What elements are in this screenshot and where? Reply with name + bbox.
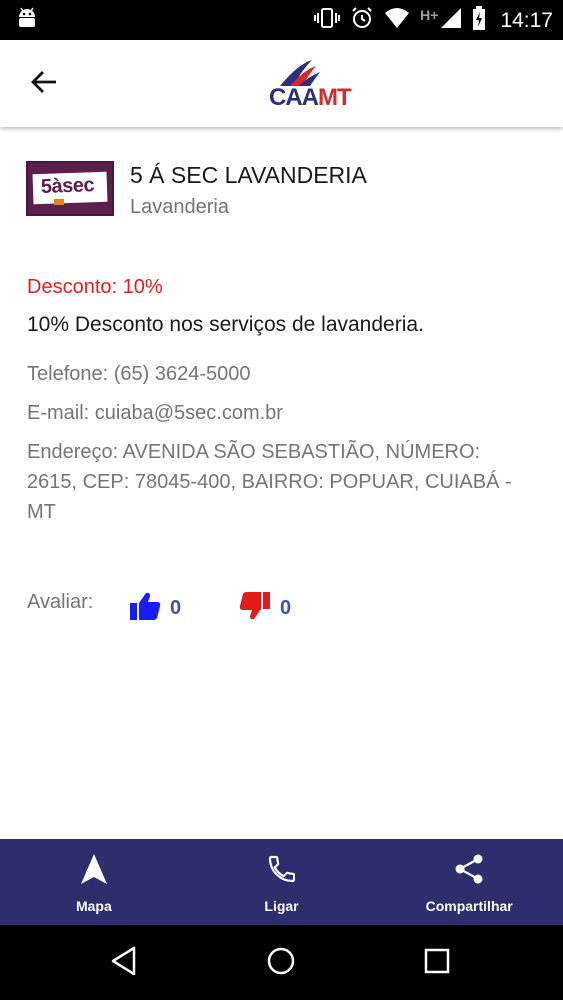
app-logo: CAAMT (268, 58, 358, 111)
battery-charging-icon (472, 6, 486, 35)
triangle-back-icon (110, 946, 138, 981)
system-navigation-bar (0, 925, 563, 1000)
call-button[interactable]: Ligar (188, 839, 376, 925)
share-button[interactable]: Compartilhar (375, 839, 563, 925)
address-text: Endereço: AVENIDA SÃO SEBASTIÃO, NÚMERO:… (27, 441, 512, 523)
circle-home-icon (266, 946, 296, 981)
status-bar: H+ 14:17 (0, 0, 563, 40)
rating-label: Avaliar: (27, 591, 94, 613)
alarm-icon (350, 6, 374, 35)
wifi-icon (384, 7, 410, 34)
partner-name: 5 Á SEC LAVANDERIA (130, 162, 367, 188)
nav-back-button[interactable] (106, 946, 142, 981)
signal-icon (440, 7, 462, 34)
back-button[interactable] (22, 64, 66, 104)
share-button-label: Compartilhar (425, 898, 513, 914)
discount-description: 10% Desconto nos serviços de lavanderia. (27, 313, 424, 336)
share-icon (453, 853, 485, 890)
partner-logo: 5àsec (26, 161, 114, 216)
like-button[interactable]: 0 (128, 591, 181, 626)
dislike-button[interactable]: 0 (238, 591, 291, 626)
email-text[interactable]: E-mail: cuiaba@5sec.com.br (27, 398, 527, 428)
vibrate-icon (314, 6, 341, 35)
thumbs-up-icon (128, 591, 162, 626)
map-button-label: Mapa (75, 898, 112, 914)
dislikes-count: 0 (280, 597, 292, 619)
partner-logo-text: 5àsec (40, 174, 95, 199)
phone-icon (266, 853, 298, 890)
logo-caa-text: CAA (269, 84, 319, 111)
square-recents-icon (423, 947, 451, 980)
navigation-icon (79, 853, 109, 890)
android-icon (16, 7, 38, 36)
nav-home-button[interactable] (263, 947, 299, 979)
nav-recents-button[interactable] (419, 947, 455, 979)
discount-label: Desconto: 10% (27, 276, 163, 298)
app-bar: CAAMT (0, 40, 563, 127)
thumbs-down-icon (238, 591, 272, 626)
phone-text[interactable]: Telefone: (65) 3624-5000 (27, 359, 527, 389)
bottom-action-bar: Mapa Ligar Compartilhar (0, 839, 563, 925)
logo-mt-text: MT (318, 84, 352, 111)
arrow-back-icon (30, 69, 58, 100)
clock: 14:17 (500, 8, 553, 32)
network-type-label: H+ (420, 6, 439, 23)
map-button[interactable]: Mapa (0, 839, 188, 925)
partner-category: Lavanderia (130, 196, 229, 218)
call-button-label: Ligar (264, 898, 299, 914)
likes-count: 0 (170, 597, 182, 619)
